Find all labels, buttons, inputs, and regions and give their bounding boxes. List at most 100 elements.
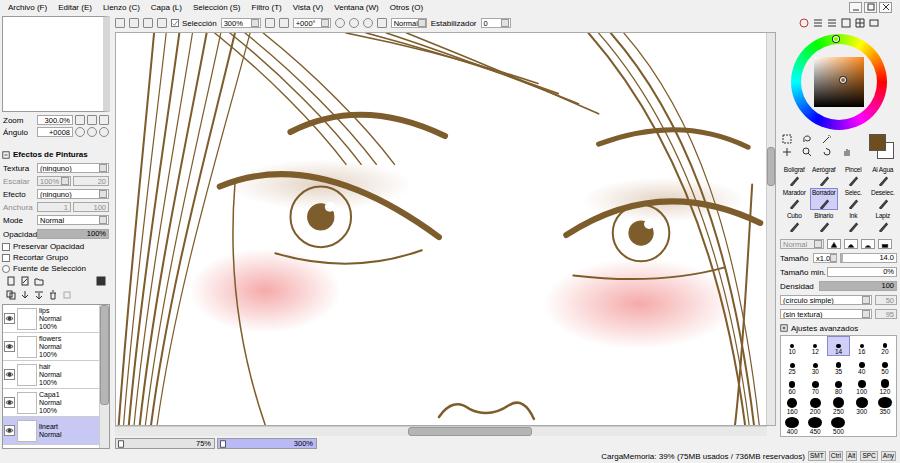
redo-button[interactable] xyxy=(129,18,139,28)
move-icon[interactable] xyxy=(782,147,792,157)
menu-item[interactable]: Filtro (T) xyxy=(252,3,282,12)
menu-item[interactable]: Selección (S) xyxy=(193,3,241,12)
scratchpad-icon[interactable] xyxy=(869,18,879,28)
brush-size-button[interactable]: 500 xyxy=(827,416,849,436)
eye-icon[interactable] xyxy=(5,426,14,435)
new-folder-icon[interactable] xyxy=(34,276,44,286)
brush-tool-icon[interactable] xyxy=(788,221,800,232)
canvas[interactable] xyxy=(116,33,766,425)
eye-icon[interactable] xyxy=(5,398,14,407)
brush-blend-select[interactable]: Normal xyxy=(780,239,824,249)
brush-shape-value[interactable]: 50 xyxy=(875,295,897,305)
edge-hard-icon[interactable] xyxy=(829,241,839,248)
minimize-button[interactable] xyxy=(849,2,862,13)
menu-item[interactable]: Archivo (F) xyxy=(8,3,47,12)
mixer-icon[interactable] xyxy=(841,18,851,28)
zoom-reset-button[interactable] xyxy=(99,115,109,125)
brush-size-button[interactable]: 250 xyxy=(827,396,849,416)
scroll-thumb[interactable] xyxy=(100,305,109,405)
brush-tool-icon[interactable] xyxy=(847,198,859,209)
toolbar-zoom-out[interactable] xyxy=(265,18,275,28)
maximize-button[interactable] xyxy=(864,2,877,13)
brush-size-button[interactable]: 60 xyxy=(781,376,803,396)
radio-button[interactable] xyxy=(2,265,10,273)
brush-size-button[interactable]: 30 xyxy=(804,356,826,376)
rotate-right[interactable] xyxy=(349,18,359,28)
brush-size-button[interactable]: 80 xyxy=(827,376,849,396)
brush-tool-icon[interactable] xyxy=(847,175,859,186)
brush-tool-icon[interactable] xyxy=(818,198,830,209)
edge-flat-icon[interactable] xyxy=(880,241,890,248)
color-square[interactable] xyxy=(814,57,864,107)
tool-button[interactable]: Binario xyxy=(810,211,839,233)
eye-icon[interactable] xyxy=(5,342,14,351)
layer-row[interactable]: Capa1Normal100% xyxy=(3,389,99,417)
brush-size-button[interactable]: 20 xyxy=(874,336,896,356)
hand-icon[interactable] xyxy=(842,147,852,157)
rotate-icon[interactable] xyxy=(822,147,832,157)
checkbox[interactable] xyxy=(2,243,10,251)
brush-tool-icon[interactable] xyxy=(877,175,889,186)
menu-item[interactable]: Vista (V) xyxy=(293,3,324,12)
trash-icon[interactable] xyxy=(48,290,58,300)
tool-button[interactable]: Lapiz xyxy=(869,211,898,233)
new-layer-icon[interactable] xyxy=(6,276,16,286)
menu-item[interactable]: Ventana (W) xyxy=(334,3,378,12)
brush-tool-icon[interactable] xyxy=(788,198,800,209)
eye-icon[interactable] xyxy=(5,314,14,323)
edge-soft-icon[interactable] xyxy=(863,241,873,248)
document-icon[interactable] xyxy=(219,440,227,448)
undo-button[interactable] xyxy=(115,18,125,28)
brush-size-button[interactable]: 200 xyxy=(804,396,826,416)
brush-size-button[interactable]: 12 xyxy=(804,336,826,356)
color-swatch[interactable] xyxy=(869,134,895,160)
brush-tool-icon[interactable] xyxy=(877,221,889,232)
tool-button[interactable]: Ink xyxy=(839,211,868,233)
selection-toggle[interactable]: Selección xyxy=(171,18,217,29)
tool-button[interactable]: Al Agua xyxy=(869,165,898,187)
edge-shape-1[interactable] xyxy=(827,239,841,249)
edge-shape-4[interactable] xyxy=(878,239,892,249)
checkbox[interactable] xyxy=(2,254,10,262)
size-slider[interactable]: 14.0 xyxy=(840,253,897,263)
brush-size-button[interactable]: 25 xyxy=(781,356,803,376)
brush-size-button[interactable]: 160 xyxy=(781,396,803,416)
scroll-thumb[interactable] xyxy=(767,147,775,186)
lasso-icon[interactable] xyxy=(802,134,812,144)
layer-mask-icon[interactable] xyxy=(96,276,106,286)
document-icon[interactable] xyxy=(117,440,125,448)
brush-size-button[interactable]: 14 xyxy=(827,336,849,356)
stabilizer-select[interactable]: 0 xyxy=(481,18,511,28)
visibility-toggle[interactable] xyxy=(4,397,15,408)
zoom-field[interactable]: 300.0% xyxy=(37,115,73,125)
tool-button[interactable]: Bolígraf xyxy=(780,165,809,187)
zoom-icon[interactable] xyxy=(802,147,812,157)
canvas-drawing[interactable] xyxy=(116,33,766,425)
edge-shape-3[interactable] xyxy=(861,239,875,249)
zoom-in-button[interactable] xyxy=(87,115,97,125)
deselect-button[interactable] xyxy=(143,18,153,28)
brush-texture-select[interactable]: (sin textura) xyxy=(780,309,872,319)
color-wheel[interactable] xyxy=(791,34,887,130)
opacity-slider[interactable]: 100% xyxy=(37,229,109,239)
mode-select[interactable]: Normal xyxy=(37,215,109,225)
paint-effects-header[interactable]: Efectos de Pinturas xyxy=(2,148,110,161)
canvas-horizontal-scrollbar[interactable] xyxy=(115,426,767,436)
rotate-right-button[interactable] xyxy=(87,127,97,137)
toolbar-zoom-in[interactable] xyxy=(279,18,289,28)
toolbar-zoom-select[interactable]: 300% xyxy=(221,18,261,28)
scale-select[interactable]: 100% xyxy=(37,176,71,186)
rgb-slider-icon[interactable] xyxy=(813,18,823,28)
layer-row[interactable]: flowersNormal100% xyxy=(3,333,99,361)
invert-selection-button[interactable] xyxy=(157,18,167,28)
tool-button[interactable]: Deselec. xyxy=(869,188,898,210)
clear-layer-icon[interactable] xyxy=(62,290,72,300)
hsv-slider-icon[interactable] xyxy=(827,18,837,28)
min-size-slider[interactable]: 0% xyxy=(827,267,897,277)
menu-item[interactable]: Lienzo (C) xyxy=(103,3,140,12)
width-field[interactable]: 1 xyxy=(37,202,71,212)
magic-wand-icon[interactable] xyxy=(822,134,832,144)
close-icon[interactable] xyxy=(881,2,891,12)
layer-row[interactable]: hairNormal100% xyxy=(3,361,99,389)
brush-tool-icon[interactable] xyxy=(847,221,859,232)
